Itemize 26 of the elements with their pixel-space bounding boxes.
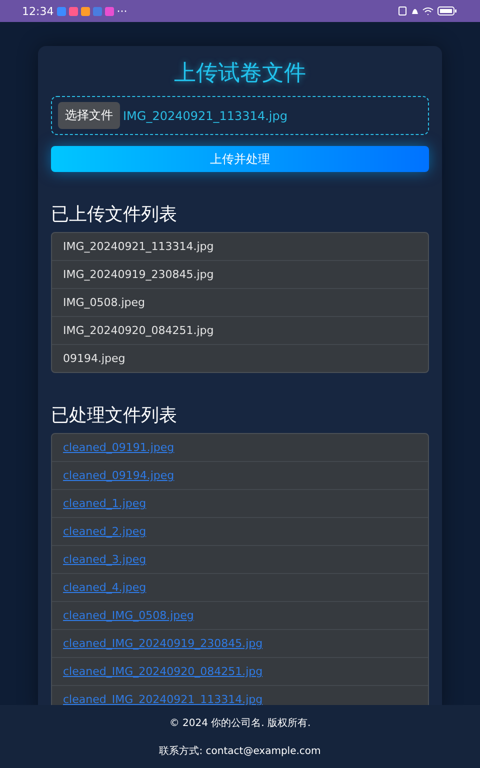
file-link[interactable]: cleaned_IMG_20240919_230845.jpg (63, 637, 263, 650)
file-link[interactable]: cleaned_IMG_20240920_084251.jpg (63, 665, 263, 678)
file-link[interactable]: cleaned_IMG_0508.jpeg (63, 609, 194, 622)
file-link[interactable]: cleaned_2.jpeg (63, 525, 146, 538)
choose-file-button[interactable]: 选择文件 (58, 102, 120, 129)
upload-button[interactable]: 上传并处理 (51, 146, 429, 172)
section-heading: 已处理文件列表 (51, 404, 178, 427)
page-title: 上传试卷文件 (173, 60, 307, 88)
file-name: 09194.jpeg (63, 352, 126, 365)
section-heading: 已上传文件列表 (51, 203, 178, 226)
file-link[interactable]: cleaned_09194.jpeg (63, 469, 174, 482)
file-input[interactable]: 选择文件 IMG_20240921_113314.jpg (51, 96, 429, 135)
more-notifications: ··· (116, 4, 128, 18)
status-icons-drawing (398, 6, 458, 16)
file-name: IMG_20240920_084251.jpg (63, 324, 214, 337)
file-link[interactable]: cleaned_1.jpeg (63, 497, 146, 510)
file-link[interactable]: cleaned_3.jpeg (63, 553, 146, 566)
file-name: IMG_0508.jpeg (63, 296, 146, 309)
status-time: 12:34 (22, 4, 54, 18)
copyright-text: © 2024 你的公司名. 版权所有. (169, 716, 311, 730)
contact-text: 联系方式: contact@example.com (159, 744, 321, 758)
file-link[interactable]: cleaned_09191.jpeg (63, 441, 174, 454)
file-name: IMG_20240921_113314.jpg (63, 240, 214, 253)
selected-file-name: IMG_20240921_113314.jpg (123, 108, 288, 122)
file-name: IMG_20240919_230845.jpg (63, 268, 214, 281)
file-link[interactable]: cleaned_4.jpeg (63, 581, 146, 594)
